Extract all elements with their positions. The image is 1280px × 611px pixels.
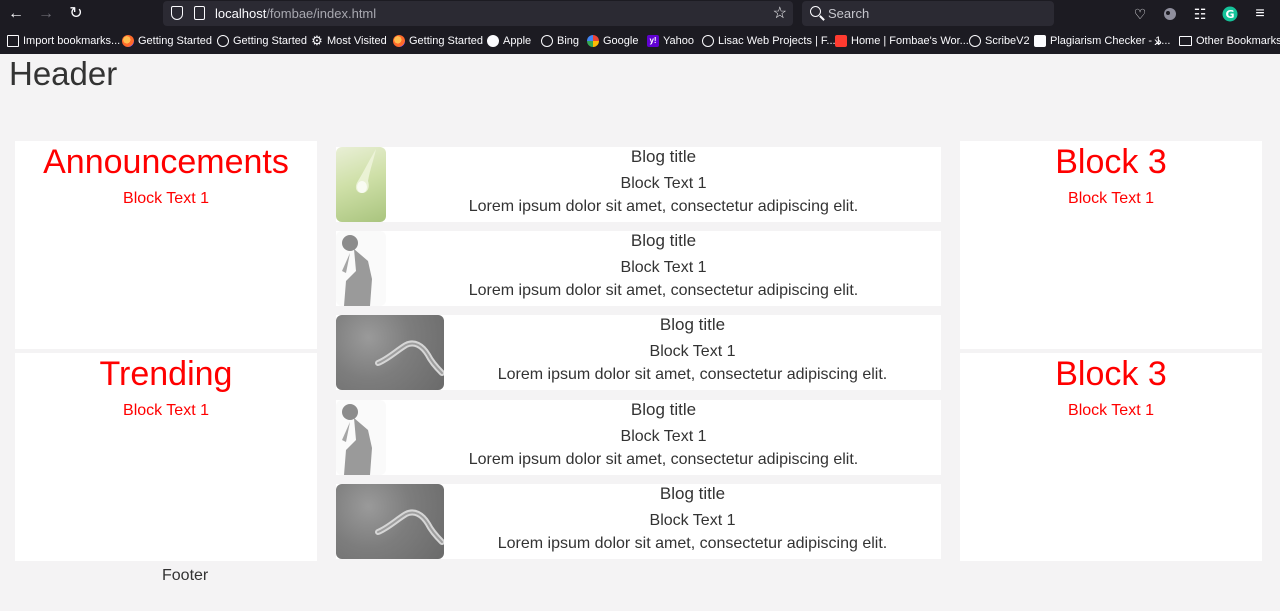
forward-arrow-icon[interactable]: →	[34, 3, 58, 25]
block-text: Block Text 1	[1068, 190, 1154, 207]
blog-body-text: Lorem ipsum dolor sit amet, consectetur …	[497, 535, 888, 552]
bookmarks-toolbar: Import bookmarks... Getting Started Gett…	[0, 28, 1280, 54]
block-text: Block Text 1	[123, 402, 209, 419]
bookmark-other[interactable]: Other Bookmarks	[1179, 28, 1280, 54]
bookmark-bing[interactable]: Bing	[541, 28, 579, 54]
page-header: Header	[9, 55, 118, 92]
block-title: Block 3	[1055, 355, 1167, 393]
blog-body-text: Lorem ipsum dolor sit amet, consectetur …	[468, 198, 859, 215]
globe-icon	[969, 35, 981, 47]
bookmark-home-fombae[interactable]: Home | Fombae's Wor...	[835, 28, 969, 54]
page-info-icon[interactable]	[194, 6, 205, 20]
blog-subtitle: Block Text 1	[649, 343, 736, 360]
blog-title: Blog title	[659, 484, 726, 503]
globe-icon	[702, 35, 714, 47]
bookmark-scribev2[interactable]: ScribeV2	[969, 28, 1030, 54]
yahoo-icon: y!	[647, 35, 659, 47]
blog-card-body: Blog title Block Text 1 Lorem ipsum dolo…	[386, 231, 941, 301]
blog-card: Blog title Block Text 1 Lorem ipsum dolo…	[336, 315, 941, 390]
block-text: Block Text 1	[123, 190, 209, 207]
block-title: Block 3	[1055, 143, 1167, 181]
search-input[interactable]: Search	[802, 1, 1054, 26]
blog-image	[336, 315, 444, 390]
bookmark-getting-started-1[interactable]: Getting Started	[122, 28, 212, 54]
blog-card: Blog title Block Text 1 Lorem ipsum dolo…	[336, 484, 941, 559]
blog-card-body: Blog title Block Text 1 Lorem ipsum dolo…	[444, 315, 941, 385]
bookmark-getting-started-3[interactable]: Getting Started	[393, 28, 483, 54]
bookmark-most-visited[interactable]: ⚙ Most Visited	[311, 28, 387, 54]
block-3-bottom: Block 3 Block Text 1	[960, 353, 1262, 561]
svg-text:G: G	[1225, 8, 1234, 21]
announcements-block: Announcements Block Text 1	[15, 141, 317, 349]
blog-subtitle: Block Text 1	[620, 428, 707, 445]
block-text: Block Text 1	[1068, 402, 1154, 419]
bookmarks-overflow-icon[interactable]: »	[1154, 28, 1162, 54]
blog-subtitle: Block Text 1	[620, 259, 707, 276]
bookmark-lisac[interactable]: Lisac Web Projects | F...	[702, 28, 836, 54]
extensions-icon[interactable]: ☷	[1190, 4, 1210, 24]
blog-image	[336, 400, 386, 475]
globe-icon	[217, 35, 229, 47]
blog-card: Blog title Block Text 1 Lorem ipsum dolo…	[336, 147, 941, 222]
blog-title: Blog title	[630, 231, 697, 250]
bookmark-getting-started-2[interactable]: Getting Started	[217, 28, 307, 54]
grammarly-icon[interactable]: G	[1220, 4, 1240, 24]
back-arrow-icon[interactable]: ←	[4, 3, 28, 25]
address-bar[interactable]: localhost/fombae/index.html ☆	[163, 1, 793, 26]
blog-subtitle: Block Text 1	[649, 512, 736, 529]
block-3-top: Block 3 Block Text 1	[960, 141, 1262, 349]
bookmark-plagiarism[interactable]: Plagiarism Checker - 1...	[1034, 28, 1170, 54]
blog-card-body: Blog title Block Text 1 Lorem ipsum dolo…	[386, 400, 941, 470]
firefox-icon	[393, 35, 405, 47]
bookmark-import[interactable]: Import bookmarks...	[7, 28, 120, 54]
blog-card-body: Blog title Block Text 1 Lorem ipsum dolo…	[444, 484, 941, 554]
google-icon	[587, 35, 599, 47]
trending-block: Trending Block Text 1	[15, 353, 317, 561]
bookmark-star-icon[interactable]: ☆	[773, 1, 787, 26]
sst-icon	[1034, 35, 1046, 47]
blog-image	[336, 484, 444, 559]
block-title: Trending	[99, 355, 233, 393]
blog-body-text: Lorem ipsum dolor sit amet, consectetur …	[468, 282, 859, 299]
blog-image	[336, 231, 386, 306]
globe-icon	[541, 35, 553, 47]
blog-title: Blog title	[630, 400, 697, 419]
firefox-icon	[122, 35, 134, 47]
url-text[interactable]: localhost/fombae/index.html	[215, 1, 376, 26]
browser-toolbar: ← → ↻ localhost/fombae/index.html ☆ Sear…	[0, 0, 1280, 28]
account-icon[interactable]	[1160, 4, 1180, 24]
folder-icon	[1179, 36, 1192, 46]
blog-image	[336, 147, 386, 222]
gear-icon: ⚙	[311, 33, 323, 48]
tracking-shield-icon[interactable]	[171, 6, 183, 20]
pocket-icon[interactable]: ♡	[1130, 4, 1150, 24]
block-title: Announcements	[43, 143, 289, 181]
blog-subtitle: Block Text 1	[620, 175, 707, 192]
search-placeholder: Search	[828, 6, 870, 21]
blog-body-text: Lorem ipsum dolor sit amet, consectetur …	[468, 451, 859, 468]
import-icon	[7, 35, 19, 47]
blog-card: Blog title Block Text 1 Lorem ipsum dolo…	[336, 231, 941, 306]
bookmark-google[interactable]: Google	[587, 28, 638, 54]
blog-body-text: Lorem ipsum dolor sit amet, consectetur …	[497, 366, 888, 383]
blog-card: Blog title Block Text 1 Lorem ipsum dolo…	[336, 400, 941, 475]
apple-icon	[487, 35, 499, 47]
blog-title: Blog title	[630, 147, 697, 166]
bookmark-yahoo[interactable]: y! Yahoo	[647, 28, 694, 54]
page-footer: Footer	[162, 567, 209, 584]
blog-title: Blog title	[659, 315, 726, 334]
bookmark-apple[interactable]: Apple	[487, 28, 531, 54]
reload-icon[interactable]: ↻	[64, 3, 88, 25]
search-icon	[810, 6, 821, 17]
menu-icon[interactable]: ≡	[1250, 4, 1270, 24]
site-icon	[835, 35, 847, 47]
blog-card-body: Blog title Block Text 1 Lorem ipsum dolo…	[386, 147, 941, 217]
